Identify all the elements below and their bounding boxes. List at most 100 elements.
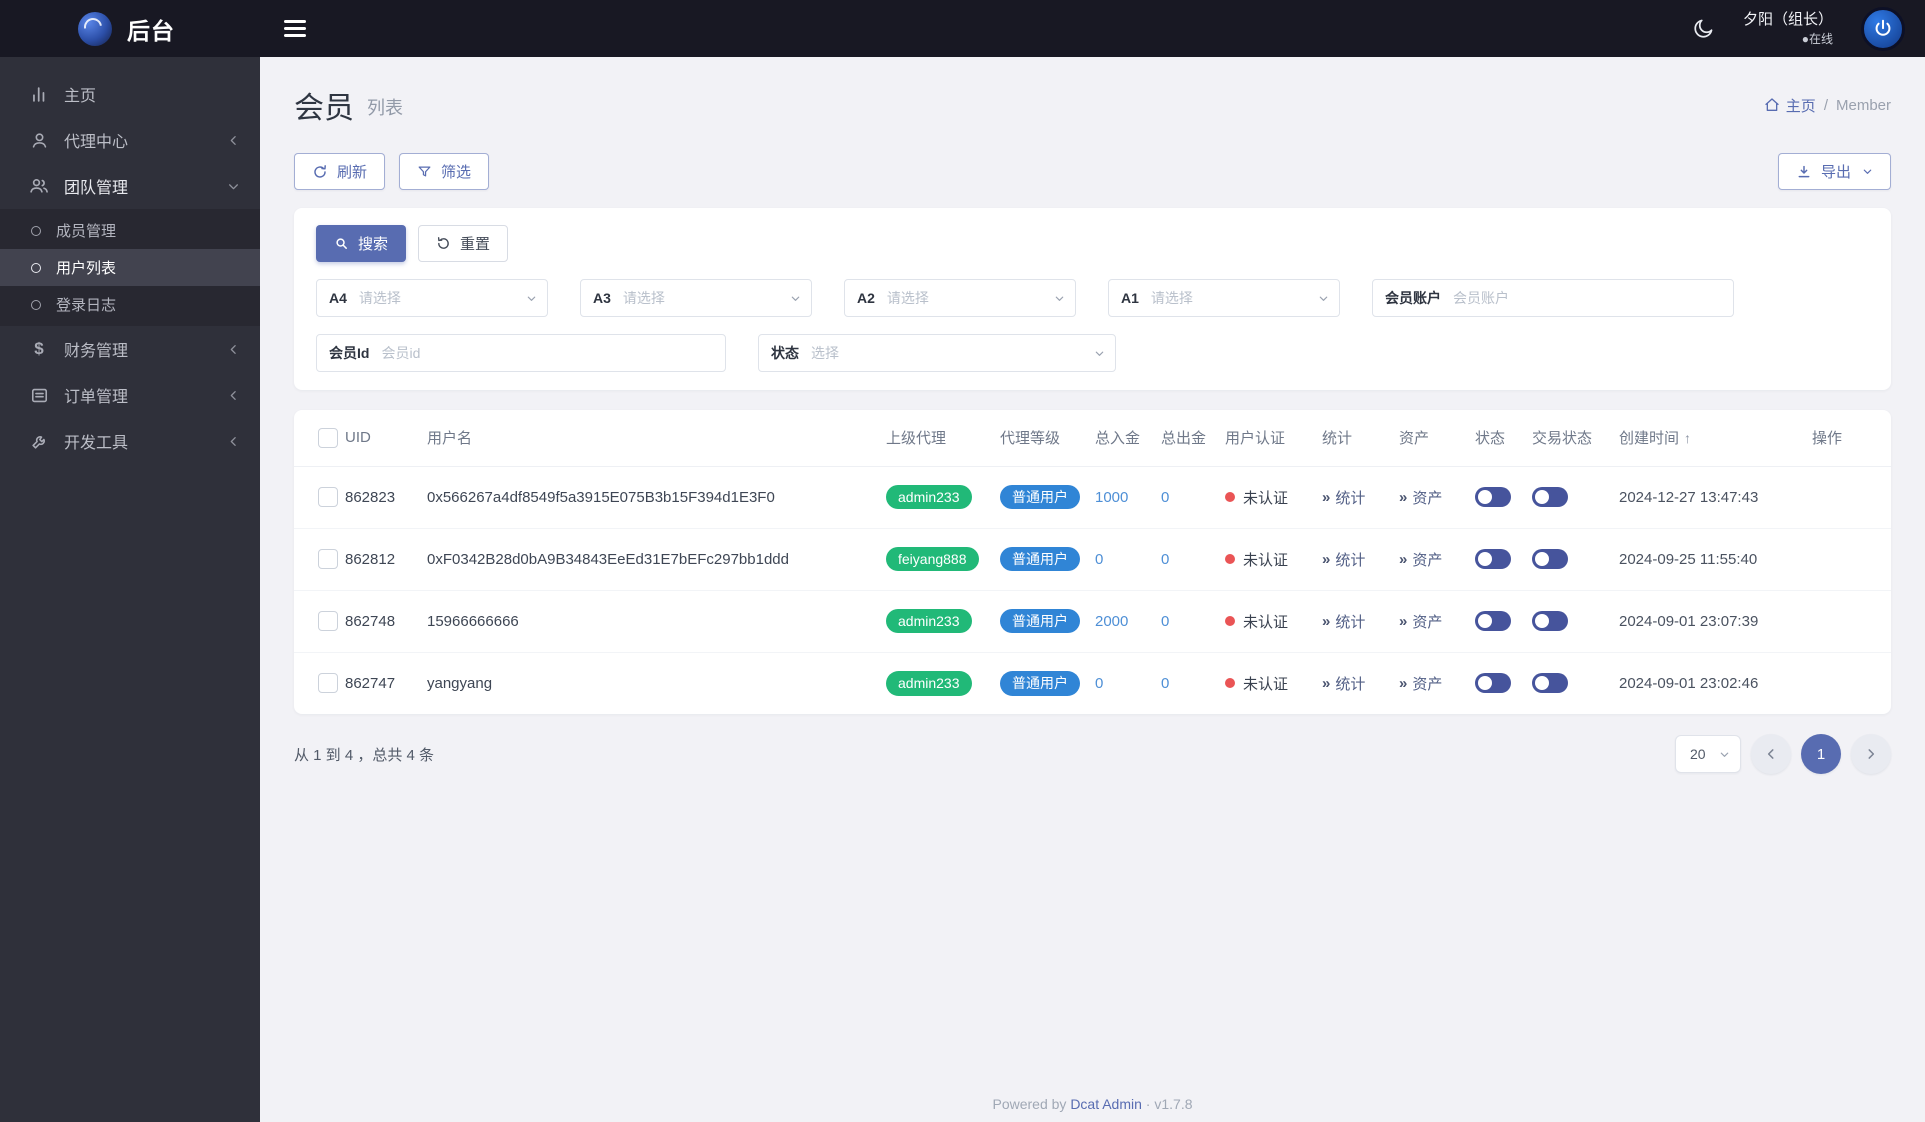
page-subtitle: 列表 [367, 98, 403, 118]
users-icon [28, 176, 50, 196]
row-checkbox[interactable] [318, 549, 338, 569]
withdraw-link[interactable]: 0 [1161, 489, 1169, 506]
unverified-dot-icon [1225, 492, 1235, 502]
account-input[interactable] [1453, 290, 1733, 306]
dcat-admin-link[interactable]: Dcat Admin [1070, 1096, 1142, 1112]
row-checkbox[interactable] [318, 487, 338, 507]
sort-asc-icon: ↑ [1684, 430, 1692, 447]
search-icon [336, 238, 347, 249]
col-created[interactable]: 创建时间 ↑ [1619, 410, 1812, 467]
assets-link[interactable]: » 资产 [1399, 549, 1442, 570]
sidebar-item-user-list[interactable]: 用户列表 [0, 249, 260, 286]
filter-button[interactable]: 筛选 [399, 153, 490, 190]
chevron-down-icon [1719, 749, 1730, 760]
assets-link[interactable]: » 资产 [1399, 487, 1442, 508]
filter-select-status[interactable]: 状态 选择 [758, 334, 1116, 372]
reset-button[interactable]: 重置 [418, 225, 509, 262]
pagination: 20 1 [1675, 734, 1891, 774]
trade-status-toggle[interactable] [1532, 549, 1568, 569]
members-table: UID 用户名 上级代理 代理等级 总入金 总出金 用户认证 统计 资产 状态 … [294, 410, 1891, 714]
filter-select-a2[interactable]: A2 请选择 [844, 279, 1076, 317]
row-checkbox[interactable] [318, 673, 338, 694]
user-icon [28, 131, 50, 150]
status-toggle[interactable] [1475, 611, 1511, 631]
sidebar-item-orders[interactable]: 订单管理 [0, 372, 260, 418]
user-status: ●在线 [1801, 31, 1833, 46]
status-toggle[interactable] [1475, 549, 1511, 569]
sidebar-item-devtools[interactable]: 开发工具 [0, 418, 260, 464]
user-meta[interactable]: 夕阳（组长） ●在线 [1743, 11, 1833, 46]
col-level: 代理等级 [1000, 410, 1095, 467]
sidebar-item-label: 财务管理 [64, 343, 129, 360]
sidebar-item-member-management[interactable]: 成员管理 [0, 212, 260, 249]
stats-link[interactable]: » 统计 [1322, 611, 1365, 632]
chevron-down-icon [790, 293, 801, 304]
trade-status-toggle[interactable] [1532, 611, 1568, 631]
filter-select-a3[interactable]: A3 请选择 [580, 279, 812, 317]
trade-status-toggle[interactable] [1532, 487, 1568, 507]
per-page-select[interactable]: 20 [1675, 735, 1741, 773]
withdraw-link[interactable]: 0 [1161, 675, 1169, 692]
prev-page-button[interactable] [1751, 734, 1791, 774]
col-withdraw: 总出金 [1161, 410, 1225, 467]
row-checkbox[interactable] [318, 611, 338, 631]
deposit-link[interactable]: 0 [1095, 551, 1103, 568]
refresh-icon [314, 164, 326, 178]
user-name: 夕阳（组长） [1742, 10, 1833, 28]
sidebar-item-login-logs[interactable]: 登录日志 [0, 286, 260, 323]
breadcrumb-separator: / [1823, 96, 1828, 114]
toggle-knob [1535, 490, 1549, 504]
withdraw-link[interactable]: 0 [1161, 613, 1169, 630]
cell-created: 2024-09-25 11:55:40 [1619, 528, 1812, 591]
breadcrumb-home-link[interactable]: 主页 [1764, 95, 1816, 116]
filter-select-a4[interactable]: A4 请选择 [316, 279, 548, 317]
sidebar-item-label: 开发工具 [64, 435, 129, 452]
chevron-left-icon [227, 134, 240, 147]
sidebar-toggle-icon[interactable] [284, 20, 310, 37]
cell-username: 0x566267a4df8549f5a3915E075B3b15F394d1E3… [427, 466, 886, 529]
page-button-1[interactable]: 1 [1801, 734, 1841, 774]
toolbar: 刷新 筛选 导出 [294, 153, 1891, 190]
chevron-down-icon [1054, 293, 1065, 304]
sidebar-item-home[interactable]: 主页 [0, 71, 260, 117]
assets-link[interactable]: » 资产 [1399, 611, 1442, 632]
status-toggle[interactable] [1475, 487, 1511, 507]
chevron-left-icon [1767, 749, 1774, 759]
col-uid: UID [345, 410, 427, 467]
search-button[interactable]: 搜索 [316, 225, 407, 262]
stats-link[interactable]: » 统计 [1322, 673, 1365, 694]
dark-mode-moon-icon[interactable] [1692, 17, 1715, 40]
double-arrow-icon: » [1322, 550, 1331, 568]
chevron-down-icon [1862, 166, 1873, 177]
sidebar-item-label: 成员管理 [56, 223, 117, 240]
circle-icon [31, 262, 41, 273]
sidebar-item-finance[interactable]: $ 财务管理 [0, 326, 260, 372]
next-page-button[interactable] [1851, 734, 1891, 774]
trade-status-toggle[interactable] [1532, 673, 1568, 694]
download-icon [1798, 165, 1810, 177]
deposit-link[interactable]: 1000 [1095, 489, 1128, 506]
table-header-row: UID 用户名 上级代理 代理等级 总入金 总出金 用户认证 统计 资产 状态 … [294, 410, 1891, 467]
refresh-button[interactable]: 刷新 [294, 153, 386, 190]
sidebar-item-agent-center[interactable]: 代理中心 [0, 117, 260, 163]
agent-badge: admin233 [886, 608, 972, 634]
stats-link[interactable]: » 统计 [1322, 549, 1365, 570]
export-button[interactable]: 导出 [1777, 153, 1891, 190]
agent-badge: admin233 [886, 484, 972, 510]
user-avatar[interactable] [1861, 6, 1905, 51]
chevron-left-icon [227, 435, 240, 448]
select-all-checkbox[interactable] [318, 427, 338, 448]
auth-status: 未认证 [1225, 487, 1288, 508]
sidebar-item-team[interactable]: 团队管理 [0, 163, 260, 209]
col-actions: 操作 [1812, 410, 1891, 467]
stats-link[interactable]: » 统计 [1322, 487, 1365, 508]
level-badge: 普通用户 [1000, 608, 1080, 634]
assets-link[interactable]: » 资产 [1399, 673, 1442, 694]
member-id-input[interactable] [381, 345, 725, 361]
dollar-icon: $ [34, 339, 44, 358]
withdraw-link[interactable]: 0 [1161, 551, 1169, 568]
deposit-link[interactable]: 0 [1095, 675, 1103, 692]
status-toggle[interactable] [1475, 673, 1511, 694]
deposit-link[interactable]: 2000 [1095, 613, 1128, 630]
filter-select-a1[interactable]: A1 请选择 [1108, 279, 1340, 317]
